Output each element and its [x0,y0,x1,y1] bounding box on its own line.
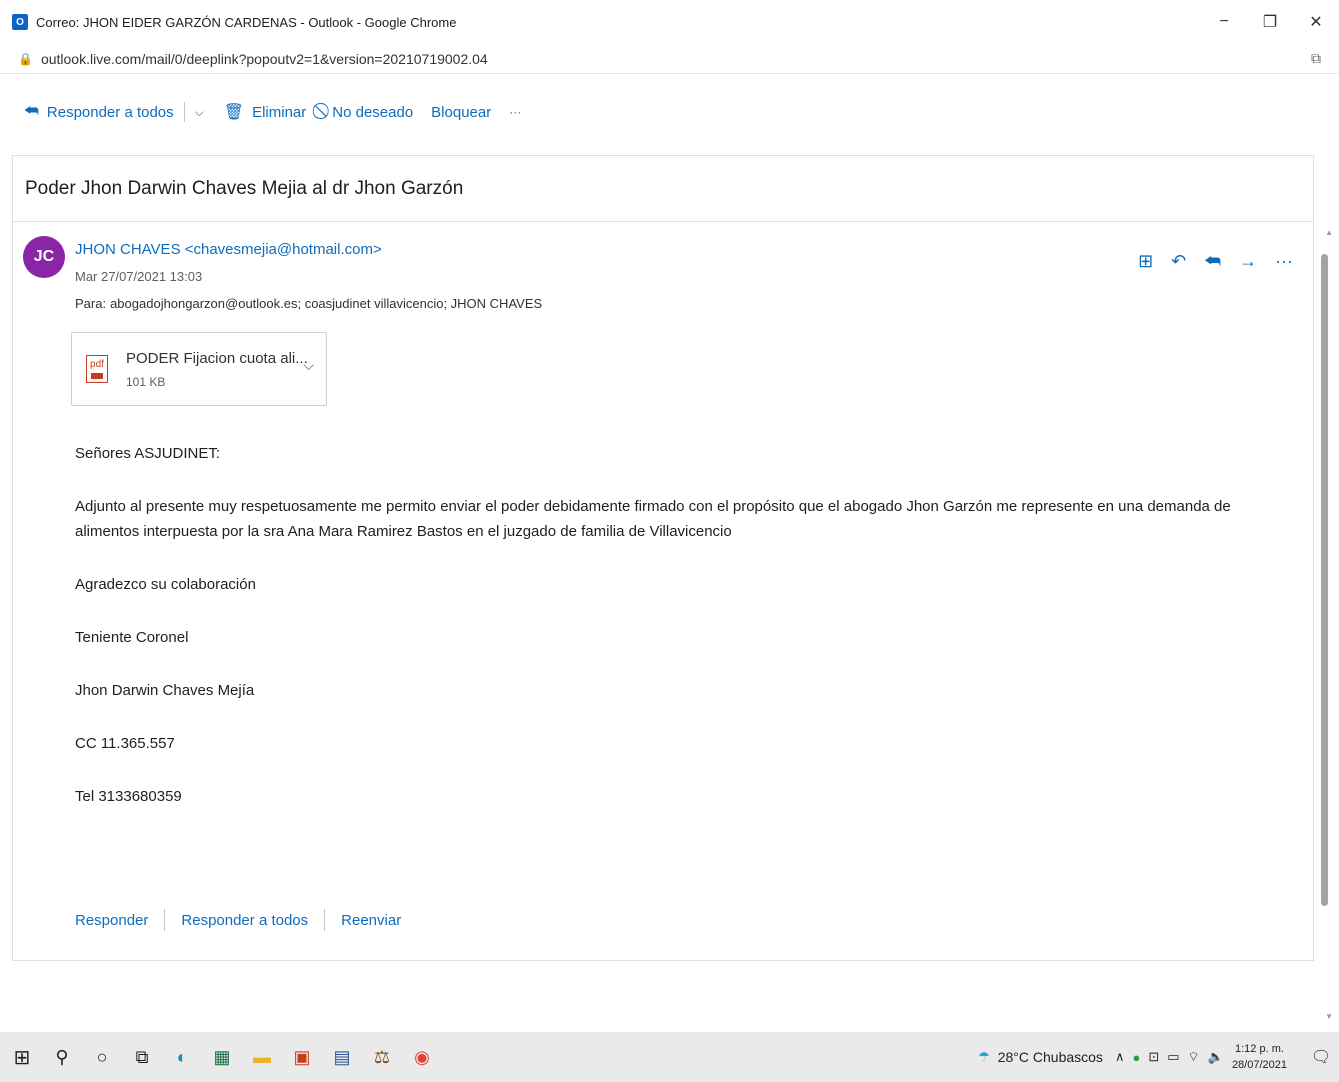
reply-all-icon[interactable]: ⮪ [1204,251,1221,272]
message-actions: ⊞ ↶ ⮪ → ··· [1120,251,1293,272]
outlook-app-icon: O [12,14,28,30]
chrome-icon[interactable]: ◉ [402,1032,442,1082]
avatar[interactable]: JC [23,236,65,278]
email-subject: Poder Jhon Darwin Chaves Mejia al dr Jho… [13,156,1313,222]
notification-icon[interactable]: 🗨 [1303,1047,1339,1067]
divider [164,909,166,931]
block-label: Bloquear [431,103,492,121]
body-cc: CC 11.365.557 [75,735,175,752]
reply-button[interactable]: Responder [75,912,148,929]
trash-icon: 🗑 [223,104,245,121]
clock-date: 28/07/2021 [1231,1059,1287,1071]
delete-button[interactable]: 🗑 Eliminar [224,102,307,122]
clock-time: 1:12 p. m. [1235,1043,1284,1055]
weather-icon[interactable]: ☂ [978,1049,990,1065]
scroll-up-arrow[interactable]: ▲ [1325,228,1333,237]
task-view-icon[interactable]: ⧉ [122,1032,162,1082]
volume-icon[interactable]: 🔈 [1208,1049,1224,1065]
toolbar-divider [183,102,185,122]
email-body: Señores ASJUDINET: Adjunto al presente m… [75,441,1275,837]
weather-text[interactable]: 28°C Chubascos [998,1049,1103,1065]
gavel-app-icon[interactable]: ⚖ [362,1032,402,1082]
lock-icon[interactable]: 🔒 [18,52,33,66]
word-icon[interactable]: ▤ [322,1032,362,1082]
attachment-card[interactable]: pdf PODER Fijacion cuota ali... 101 KB ⌵ [71,332,327,406]
search-icon[interactable]: ⚲ [42,1032,82,1082]
body-thanks: Agradezco su colaboración [75,576,256,593]
minimize-button[interactable]: − [1201,0,1247,44]
delete-label: Eliminar [252,103,307,121]
attachment-name: PODER Fijacion cuota ali... [126,349,308,367]
url-text[interactable]: outlook.live.com/mail/0/deeplink?popoutv… [41,51,488,67]
block-button[interactable]: Bloquear [431,104,491,121]
pdf-file-icon: pdf [86,355,108,383]
to-label: Para: [75,296,107,311]
reply-icon[interactable]: ↶ [1171,251,1186,272]
body-paragraph: Adjunto al presente muy respetuosamente … [75,498,1231,540]
powerpoint-icon[interactable]: ▣ [282,1032,322,1082]
immersive-reader-icon[interactable]: ⊞ [1138,251,1153,272]
clock[interactable]: 1:12 p. m. 28/07/2021 [1232,1041,1287,1073]
battery-icon[interactable]: ▭ [1167,1049,1179,1065]
reply-all-button[interactable]: Responder a todos [181,912,308,929]
body-signature-name: Jhon Darwin Chaves Mejía [75,682,255,699]
more-icon[interactable]: ··· [1275,251,1293,272]
divider [324,909,326,931]
chevron-down-icon[interactable]: ⌵ [195,105,204,120]
cortana-icon[interactable]: ○ [82,1032,122,1082]
reply-links: Responder Responder a todos Reenviar [75,909,401,931]
junk-button[interactable]: ⃠ No deseado [324,103,413,121]
forward-button[interactable]: Reenviar [341,912,401,929]
window-controls: − ❐ ✕ [1201,0,1339,44]
scrollbar-thumb[interactable] [1321,254,1328,906]
system-tray: ☂ 28°C Chubascos ∧ ● ⊡ ▭ ⌔ 🔈 1:12 p. m. … [978,1032,1339,1082]
body-tel: Tel 3133680359 [75,788,182,805]
meet-now-icon[interactable]: ⊡ [1148,1049,1159,1065]
reply-all-toolbar-button[interactable]: ⮪ Responder a todos [24,103,174,121]
mail-toolbar: ⮪ Responder a todos ⌵ 🗑 Eliminar ⃠ No de… [0,92,1339,132]
junk-label: No deseado [332,103,414,121]
tray-app-icon[interactable]: ● [1132,1050,1140,1065]
browser-title-bar: O Correo: JHON EIDER GARZÓN CARDENAS - O… [0,0,1339,44]
window-title: Correo: JHON EIDER GARZÓN CARDENAS - Out… [36,14,457,30]
reply-all-icon: ⮪ [24,103,39,120]
close-button[interactable]: ✕ [1293,0,1339,44]
windows-taskbar: ⊞ ⚲ ○ ⧉ ◐ ▦ ▬ ▣ ▤ ⚖ ◉ ☂ 28°C Chubascos ∧… [0,1032,1339,1082]
body-greeting: Señores ASJUDINET: [75,445,221,462]
open-in-browser-icon[interactable]: ⧉ [1311,50,1321,67]
file-explorer-icon[interactable]: ▬ [242,1032,282,1082]
reading-pane: Poder Jhon Darwin Chaves Mejia al dr Jho… [12,155,1314,961]
to-list: abogadojhongarzon@outlook.es; coasjudine… [110,296,543,311]
windows-start-icon[interactable]: ⊞ [2,1032,42,1082]
restore-button[interactable]: ❐ [1247,0,1293,44]
sender-name[interactable]: JHON CHAVES <chavesmejia@hotmail.com> [75,241,382,258]
more-actions-button[interactable]: ··· [509,105,521,119]
chevron-down-icon[interactable]: ⌵ [303,357,314,374]
wifi-icon[interactable]: ⌔ [1188,1049,1200,1065]
edge-icon[interactable]: ◐ [162,1032,202,1082]
sent-date: Mar 27/07/2021 13:03 [75,269,203,284]
more-icon: ··· [509,105,522,119]
reply-all-toolbar-label: Responder a todos [46,103,174,121]
body-rank: Teniente Coronel [75,629,189,646]
chevron-up-icon[interactable]: ∧ [1115,1049,1125,1065]
forward-icon[interactable]: → [1239,251,1257,272]
excel-icon[interactable]: ▦ [202,1032,242,1082]
scroll-down-arrow[interactable]: ▼ [1325,1012,1333,1021]
recipients: Para: abogadojhongarzon@outlook.es; coasj… [75,296,542,311]
address-bar: 🔒 outlook.live.com/mail/0/deeplink?popou… [0,44,1339,74]
attachment-size: 101 KB [126,374,166,389]
